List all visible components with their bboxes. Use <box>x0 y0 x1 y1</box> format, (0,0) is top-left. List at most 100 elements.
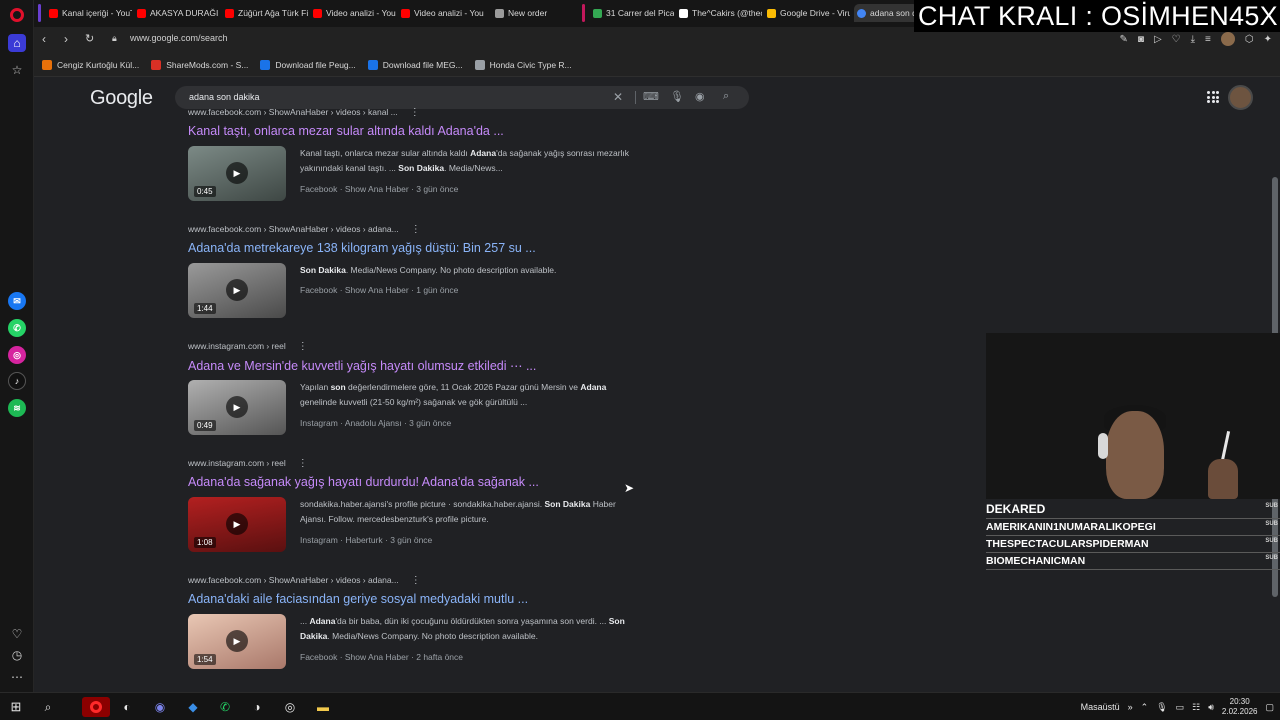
tab-7[interactable]: The^Cakirs (@thec <box>676 4 762 22</box>
result-title[interactable]: Kanal taştı, onlarca mezar sular altında… <box>188 124 788 140</box>
url-field[interactable]: www.google.com/search <box>130 33 228 43</box>
video-thumbnail[interactable]: ▶ 1:54 <box>188 614 286 669</box>
google-apps-icon[interactable] <box>1207 91 1219 103</box>
instagram-icon[interactable]: ◎ <box>8 346 26 364</box>
bookmark-label: Download file MEG... <box>382 59 463 70</box>
clock[interactable]: 20:30 2.02.2026 <box>1222 697 1258 717</box>
snippet-bold: Son Dakika <box>300 265 346 275</box>
sub-row: THESPECTACULARSPIDERMAN SUB <box>986 536 1280 553</box>
result-cite[interactable]: www.facebook.com › ShowAnaHaber › videos… <box>188 106 788 118</box>
desktop-label[interactable]: Masaüstü <box>1081 702 1120 712</box>
mic-icon[interactable]: 🎙︎ <box>670 90 684 103</box>
play-icon[interactable]: ▷ <box>1154 34 1162 45</box>
google-account-avatar[interactable] <box>1228 85 1253 110</box>
more-icon[interactable]: ⋯ <box>8 668 26 686</box>
tab-group-marker <box>582 4 585 22</box>
result-cite[interactable]: www.instagram.com › reel ⋮ <box>188 457 788 469</box>
camera-icon[interactable]: ◙ <box>1138 34 1144 45</box>
google-logo[interactable]: Google <box>90 87 153 110</box>
steam-icon[interactable]: ◑ <box>246 697 268 717</box>
result-title[interactable]: Adana'da metrekareye 138 kilogram yağış … <box>188 241 788 257</box>
heart-icon[interactable]: ♡ <box>8 625 26 643</box>
obs-icon[interactable]: ◎ <box>279 697 301 717</box>
file-explorer-icon[interactable]: ▬ <box>312 697 334 717</box>
tab-1[interactable]: AKASYA DURAĞI 7 <box>134 4 220 22</box>
notification-icon[interactable]: ▢ <box>1265 702 1274 713</box>
download-icon[interactable]: ⤓ <box>1191 34 1195 45</box>
result-title[interactable]: Adana ve Mersin'de kuvvetli yağış hayatı… <box>188 358 788 374</box>
bookmark-favicon-icon <box>367 59 378 70</box>
messenger-icon[interactable]: ✉ <box>8 292 26 310</box>
heart-outline-icon[interactable]: ♡ <box>1172 34 1181 45</box>
menu-icon[interactable]: ≡ <box>1205 34 1211 45</box>
tab-4[interactable]: Video analizi - You <box>398 4 484 22</box>
youtube-icon <box>401 8 410 18</box>
result-title[interactable]: Adana'daki aile faciasından geriye sosya… <box>188 592 788 608</box>
chevron-up-icon[interactable]: ⌃ <box>1141 702 1149 713</box>
tiktok-icon[interactable]: ♪ <box>8 372 26 390</box>
bookmark-4[interactable]: Honda Civic Type R... <box>474 59 572 70</box>
video-thumbnail[interactable]: ▶ 0:49 <box>188 380 286 435</box>
more-options-icon[interactable]: ⋮ <box>411 224 421 235</box>
tab-5[interactable]: New order <box>492 4 578 22</box>
forward-icon[interactable]: › <box>64 32 68 46</box>
more-options-icon[interactable]: ⋮ <box>410 107 420 118</box>
bookmark-3[interactable]: Download file MEG... <box>367 59 463 70</box>
chevron-icon[interactable]: » <box>1128 702 1133 712</box>
tab-2[interactable]: Züğürt Ağa Türk Fi <box>222 4 308 22</box>
clear-icon[interactable]: ✕ <box>613 90 623 104</box>
ai-icon[interactable]: ✦ <box>1264 34 1272 45</box>
lock-icon[interactable]: 🔒︎ <box>112 33 117 44</box>
tab-9-active[interactable]: adana son d <box>854 4 918 22</box>
video-duration: 0:49 <box>194 420 216 431</box>
result-cite[interactable]: www.facebook.com › ShowAnaHaber › videos… <box>188 574 788 586</box>
tab-6[interactable]: 31 Carrer del Pica- <box>590 4 674 22</box>
video-thumbnail[interactable]: ▶ 1:44 <box>188 263 286 318</box>
video-thumbnail[interactable]: ▶ 1:08 <box>188 497 286 552</box>
home-icon[interactable]: ⌂ <box>8 34 26 52</box>
microphone-icon[interactable]: 🎙︎ <box>1156 702 1167 713</box>
app-icon[interactable]: ◆ <box>182 697 204 717</box>
video-thumbnail[interactable]: ▶ 0:45 <box>188 146 286 201</box>
bookmark-1[interactable]: ShareMods.com - S... <box>151 59 248 70</box>
result-cite[interactable]: www.facebook.com › ShowAnaHaber › videos… <box>188 223 788 235</box>
edit-icon[interactable]: ✎ <box>1120 34 1128 45</box>
bookmark-2[interactable]: Download file Peug... <box>260 59 356 70</box>
windows-taskbar: ⊞ ⌕ ◐ ◉ ◆ ✆ ◑ ◎ ▬ Masaüstü » ⌃ 🎙︎ ▭ ☷ 🔊︎… <box>0 692 1280 720</box>
profile-avatar[interactable] <box>1220 32 1235 46</box>
display-icon[interactable]: ▭ <box>1176 702 1185 713</box>
whatsapp-icon[interactable]: ✆ <box>214 697 236 717</box>
tab-3[interactable]: Video analizi - You <box>310 4 396 22</box>
extensions-icon[interactable]: ⬡ <box>1245 34 1254 45</box>
lens-icon[interactable]: ◉ <box>695 90 705 103</box>
discord-icon[interactable]: ◉ <box>149 697 171 717</box>
more-options-icon[interactable]: ⋮ <box>298 341 308 352</box>
search-input[interactable]: adana son dakika <box>189 92 260 102</box>
tab-label: Google Drive - Viru <box>780 8 850 18</box>
volume-icon[interactable]: 🔊︎ <box>1208 702 1214 713</box>
speed-dial-icon[interactable]: ☆ <box>8 61 26 79</box>
search-icon[interactable]: ⌕ <box>723 90 729 103</box>
result-title[interactable]: Adana'da sağanak yağış hayatı durdurdu! … <box>188 475 788 491</box>
bookmark-0[interactable]: Cengiz Kurtoğlu Kül... <box>42 59 139 70</box>
result-meta: Instagram · Haberturk · 3 gün önce <box>300 535 433 545</box>
windows-start-icon[interactable]: ⊞ <box>5 697 27 717</box>
network-icon[interactable]: ☷ <box>1192 702 1200 713</box>
history-icon[interactable]: ◷ <box>8 646 26 664</box>
clock-date: 2.02.2026 <box>1221 707 1258 716</box>
spotify-icon[interactable]: ≋ <box>8 399 26 417</box>
keyboard-icon[interactable]: ⌨ <box>643 90 659 103</box>
result-cite[interactable]: www.instagram.com › reel ⋮ <box>188 340 788 352</box>
opera-logo-icon[interactable] <box>10 8 24 22</box>
tab-8[interactable]: Google Drive - Viru <box>764 4 850 22</box>
tab-0[interactable]: Kanal içeriği - YouT <box>46 4 132 22</box>
more-options-icon[interactable]: ⋮ <box>411 575 421 586</box>
whatsapp-icon[interactable]: ✆ <box>8 319 26 337</box>
reload-icon[interactable]: ↻ <box>85 32 94 45</box>
back-icon[interactable]: ‹ <box>42 32 46 46</box>
search-icon[interactable]: ⌕ <box>37 697 59 717</box>
result-cite-text: www.facebook.com › ShowAnaHaber › videos… <box>188 575 399 585</box>
opera-taskbar-icon[interactable] <box>82 697 110 717</box>
steam-icon[interactable]: ◐ <box>116 697 138 717</box>
more-options-icon[interactable]: ⋮ <box>298 458 308 469</box>
